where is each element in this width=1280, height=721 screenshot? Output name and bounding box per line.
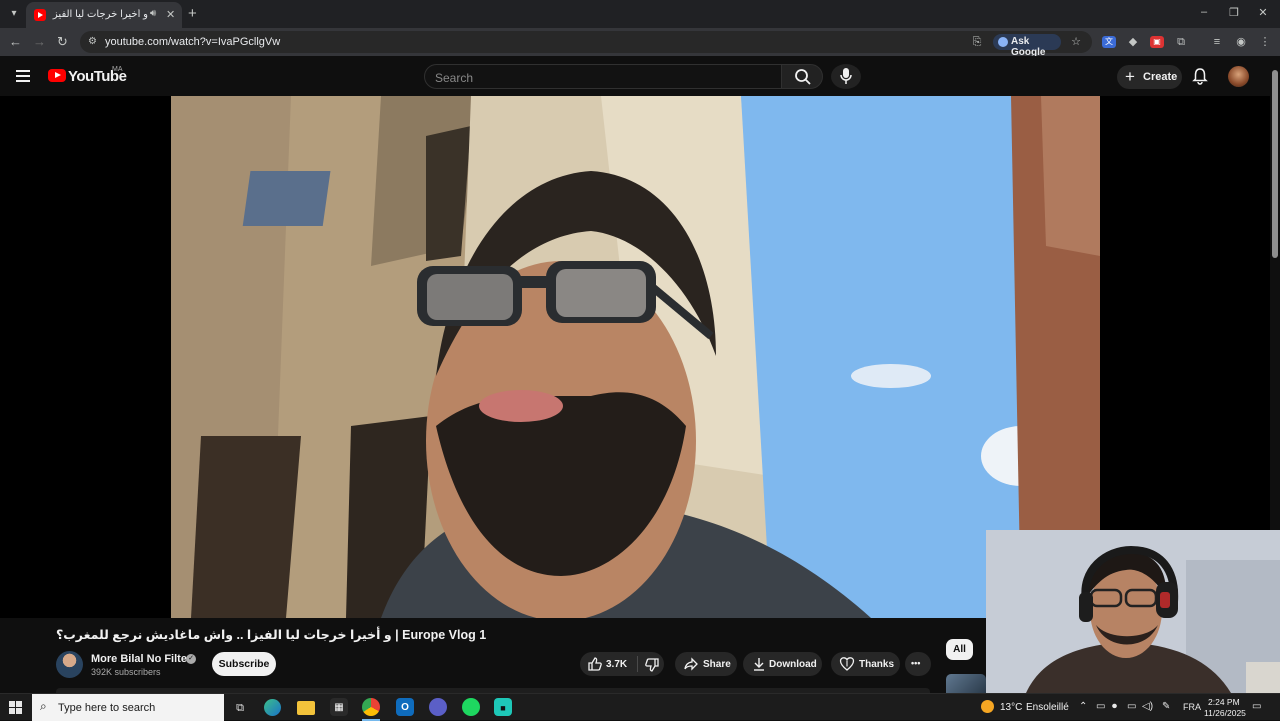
thumbs-up-icon (588, 657, 602, 671)
task-view-icon[interactable]: ⧉ (230, 698, 250, 718)
windows-taskbar: ⌕ Type here to search ⧉ ▦ O ■ (0, 693, 1280, 721)
subscribe-button[interactable]: Subscribe (212, 652, 276, 676)
profile-icon[interactable]: ◉ (1234, 36, 1248, 48)
tab-title: و أخيرا خرجات ليا الفيزا .. واش (52, 9, 148, 20)
tab-close-icon[interactable]: ✕ (166, 8, 175, 21)
voice-search-button[interactable] (831, 64, 861, 89)
speaker-icon[interactable]: 🔊︎ (150, 8, 156, 19)
address-bar[interactable]: ⚙︎ youtube.com/watch?v=IvaPGcllgVw (80, 31, 1092, 53)
weather-sun-icon[interactable] (981, 700, 994, 713)
weather-description[interactable]: Ensoleillé (1026, 702, 1069, 713)
outlook-icon[interactable]: O (396, 698, 414, 716)
verified-check-icon: ✓ (186, 654, 196, 664)
window-minimize-button[interactable]: – (1194, 6, 1214, 18)
google-lens-icon (998, 37, 1008, 47)
menu-hamburger-icon[interactable] (16, 70, 32, 82)
more-actions-button[interactable]: ••• (905, 652, 931, 676)
more-dots-icon: ••• (911, 658, 921, 668)
share-arrow-icon (684, 657, 698, 671)
dislike-button[interactable] (640, 652, 664, 676)
video-frame-image (171, 96, 1100, 618)
file-explorer-icon[interactable] (297, 701, 315, 715)
windows-start-icon[interactable] (9, 701, 22, 714)
download-button[interactable]: Download (743, 652, 822, 676)
like-dislike-group: 3.7K (580, 652, 664, 676)
region-code: MA (112, 66, 123, 73)
share-button[interactable]: Share (675, 652, 737, 676)
browser-tab-strip: ▾ و أخيرا خرجات ليا الفيزا .. واش 🔊︎ ✕ +… (0, 0, 1280, 28)
create-label: Create (1143, 71, 1178, 83)
browser-menu-icon[interactable]: ⋮ (1258, 36, 1272, 48)
weather-temperature[interactable]: 13°C (1000, 702, 1022, 713)
search-icon: ⌕ (40, 699, 47, 713)
youtube-favicon-icon (34, 9, 46, 21)
browser-toolbar: ← → ↻ ⚙︎ youtube.com/watch?v=IvaPGcllgVw (0, 28, 1280, 56)
url-text[interactable]: youtube.com/watch?v=IvaPGcllgVw (105, 36, 280, 48)
cast-icon[interactable]: ⎘ (970, 36, 984, 48)
subscriber-count: 392K subscribers (91, 667, 161, 677)
like-button[interactable]: 3.7K (580, 652, 637, 676)
reload-icon[interactable]: ↻ (57, 34, 68, 50)
tray-overflow-chevron-icon[interactable]: ⌃ (1079, 701, 1087, 712)
thumbs-down-icon (645, 658, 659, 672)
extension-diamond-icon[interactable]: ◆ (1126, 36, 1140, 48)
translate-extension-icon[interactable]: 文 (1102, 36, 1116, 48)
channel-name[interactable]: More Bilal No Filter (91, 653, 191, 665)
browser-tab-active[interactable]: و أخيرا خرجات ليا الفيزا .. واش 🔊︎ ✕ (26, 2, 182, 28)
tab-search-button[interactable]: ▾ (6, 6, 22, 22)
reading-list-icon[interactable]: ≡ (1210, 36, 1224, 48)
new-tab-button[interactable]: + (188, 5, 197, 22)
youtube-header: YouTube MA Search + Create (0, 56, 1280, 96)
pen-icon[interactable]: ✎ (1162, 701, 1170, 712)
plus-icon: + (1125, 67, 1135, 86)
chrome-icon[interactable] (362, 698, 380, 716)
youtube-logo-icon[interactable] (48, 69, 66, 82)
download-icon (754, 658, 764, 671)
microphone-icon (840, 68, 852, 84)
video-frame[interactable] (171, 96, 1100, 618)
pdf-extension-icon[interactable]: ▣ (1150, 36, 1164, 48)
forward-arrow-icon[interactable]: → (33, 34, 46, 49)
extensions-puzzle-icon[interactable]: ⧉ (1174, 36, 1188, 48)
volume-icon[interactable]: ◁) (1142, 701, 1153, 712)
clock-date[interactable]: 11/26/2025 (1204, 708, 1246, 718)
window-close-button[interactable]: ✕ (1253, 6, 1273, 19)
clock-time[interactable]: 2:24 PM (1208, 697, 1240, 707)
recommended-video-thumbnail[interactable] (946, 674, 986, 693)
search-button[interactable] (781, 64, 823, 89)
tray-app-icon[interactable]: ▭ (1096, 701, 1105, 712)
microphone-tray-icon[interactable]: ⏺︎ (1112, 701, 1117, 712)
bookmark-star-icon[interactable]: ☆ (1069, 36, 1083, 48)
webcam-overlay (986, 530, 1280, 693)
search-icon (795, 69, 811, 85)
chip-all[interactable]: All (946, 639, 973, 660)
scrollbar-thumb[interactable] (1272, 70, 1278, 258)
video-title: و أخيرا خرجات ليا الفيزا .. واش ماغاديش … (56, 628, 487, 642)
store-icon[interactable]: ▦ (330, 698, 348, 716)
search-input[interactable]: Search (424, 64, 782, 89)
channel-avatar[interactable] (56, 651, 83, 678)
input-language[interactable]: FRA (1183, 702, 1201, 712)
thanks-heart-dollar-icon (839, 657, 855, 671)
webcam-image (986, 530, 1280, 693)
create-button[interactable]: + Create (1117, 65, 1182, 89)
like-count: 3.7K (606, 659, 628, 670)
account-avatar[interactable] (1228, 66, 1249, 87)
teams-icon[interactable] (429, 698, 447, 716)
window-restore-button[interactable]: ❐ (1224, 6, 1244, 19)
back-arrow-icon[interactable]: ← (9, 34, 22, 49)
network-icon[interactable]: ▭ (1127, 701, 1136, 712)
capcut-icon[interactable]: ■ (494, 698, 512, 716)
ask-google-button[interactable]: Ask Google (993, 34, 1061, 58)
spotify-icon[interactable] (462, 698, 480, 716)
like-divider (637, 656, 638, 672)
notification-center-icon[interactable]: ▭ (1252, 701, 1261, 712)
taskbar-search-input[interactable]: ⌕ Type here to search (32, 694, 224, 721)
taskbar-search-placeholder: Type here to search (58, 702, 156, 714)
edge-icon[interactable] (264, 699, 281, 716)
notifications-bell-icon[interactable] (1191, 67, 1209, 85)
search-placeholder: Search (435, 71, 474, 85)
thanks-button[interactable]: Thanks (831, 652, 900, 676)
site-info-icon[interactable]: ⚙︎ (88, 36, 100, 48)
